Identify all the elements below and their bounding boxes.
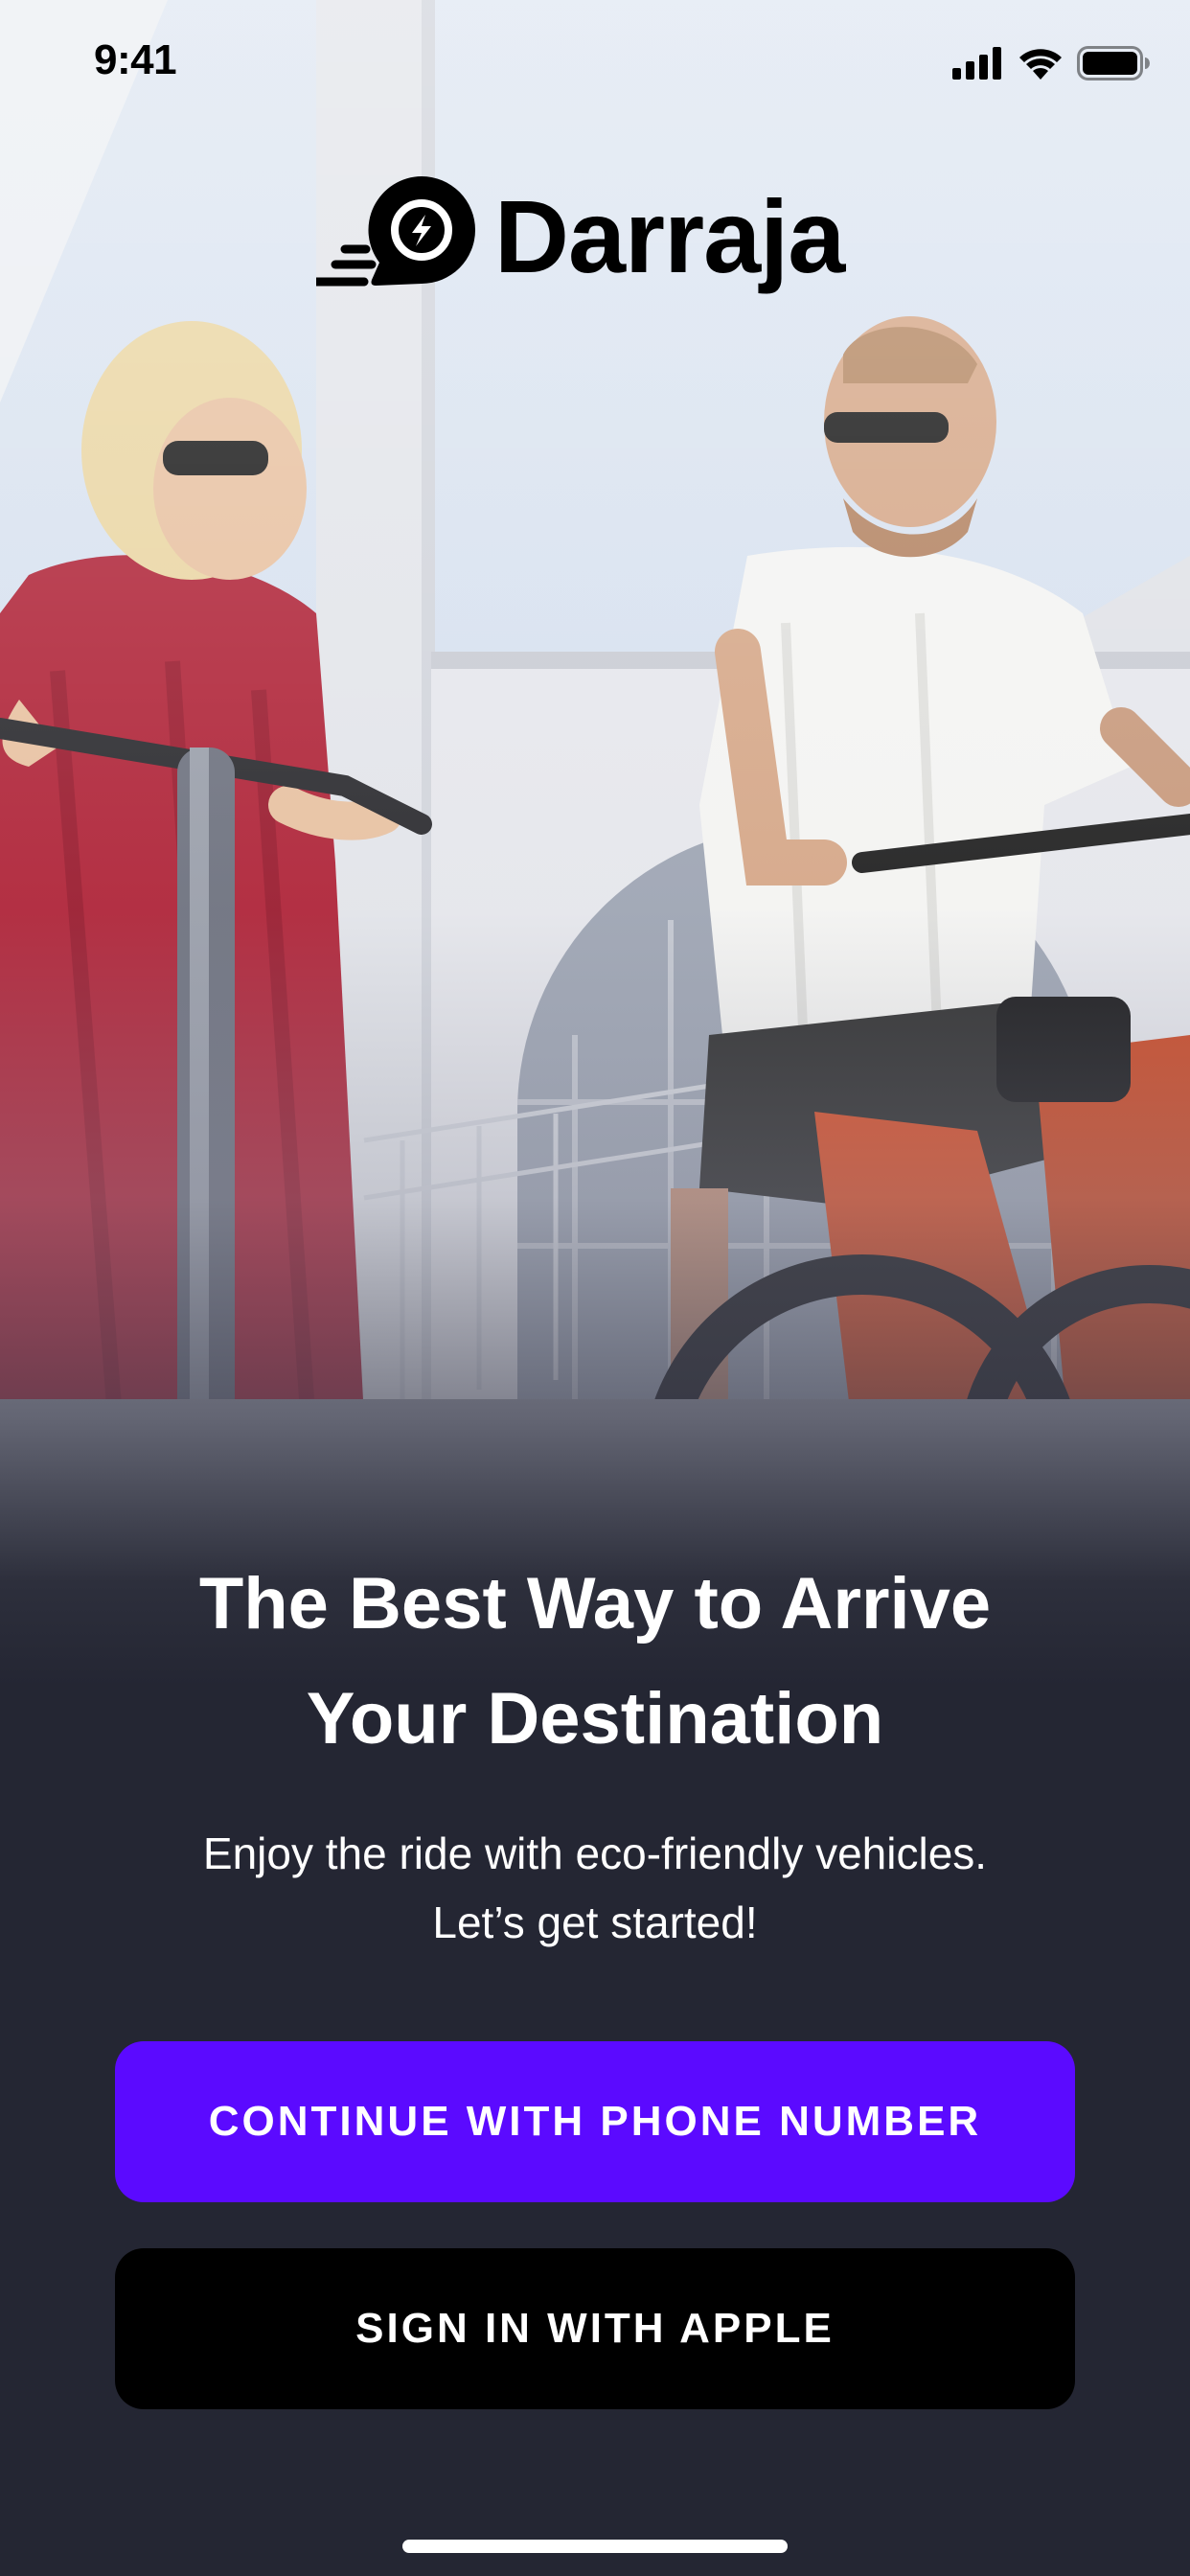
welcome-screen: 9:41 Darraja The Best Way to Arrive Your… <box>0 0 1190 2576</box>
speed-pin-icon <box>311 172 477 302</box>
status-bar: 9:41 <box>0 0 1190 126</box>
brand-logo: Darraja <box>311 172 845 302</box>
cellular-signal-icon <box>952 47 1004 84</box>
sign-in-with-apple-button[interactable]: SIGN IN WITH APPLE <box>115 2248 1075 2409</box>
status-icons <box>952 46 1150 85</box>
headline-line-2: Your Destination <box>306 1678 884 1760</box>
status-time: 9:41 <box>94 36 177 83</box>
subtitle-line-2: Let’s get started! <box>432 1898 758 1947</box>
welcome-headline: The Best Way to Arrive Your Destination <box>0 1547 1190 1777</box>
battery-icon <box>1077 46 1150 85</box>
welcome-subtitle: Enjoy the ride with eco-friendly vehicle… <box>0 1819 1190 1957</box>
brand-name: Darraja <box>494 178 845 294</box>
wifi-icon <box>1018 47 1064 84</box>
headline-line-1: The Best Way to Arrive <box>198 1563 992 1644</box>
continue-with-phone-button[interactable]: CONTINUE WITH PHONE NUMBER <box>115 2041 1075 2202</box>
home-indicator[interactable] <box>402 2540 788 2553</box>
subtitle-line-1: Enjoy the ride with eco-friendly vehicle… <box>202 1828 988 1878</box>
